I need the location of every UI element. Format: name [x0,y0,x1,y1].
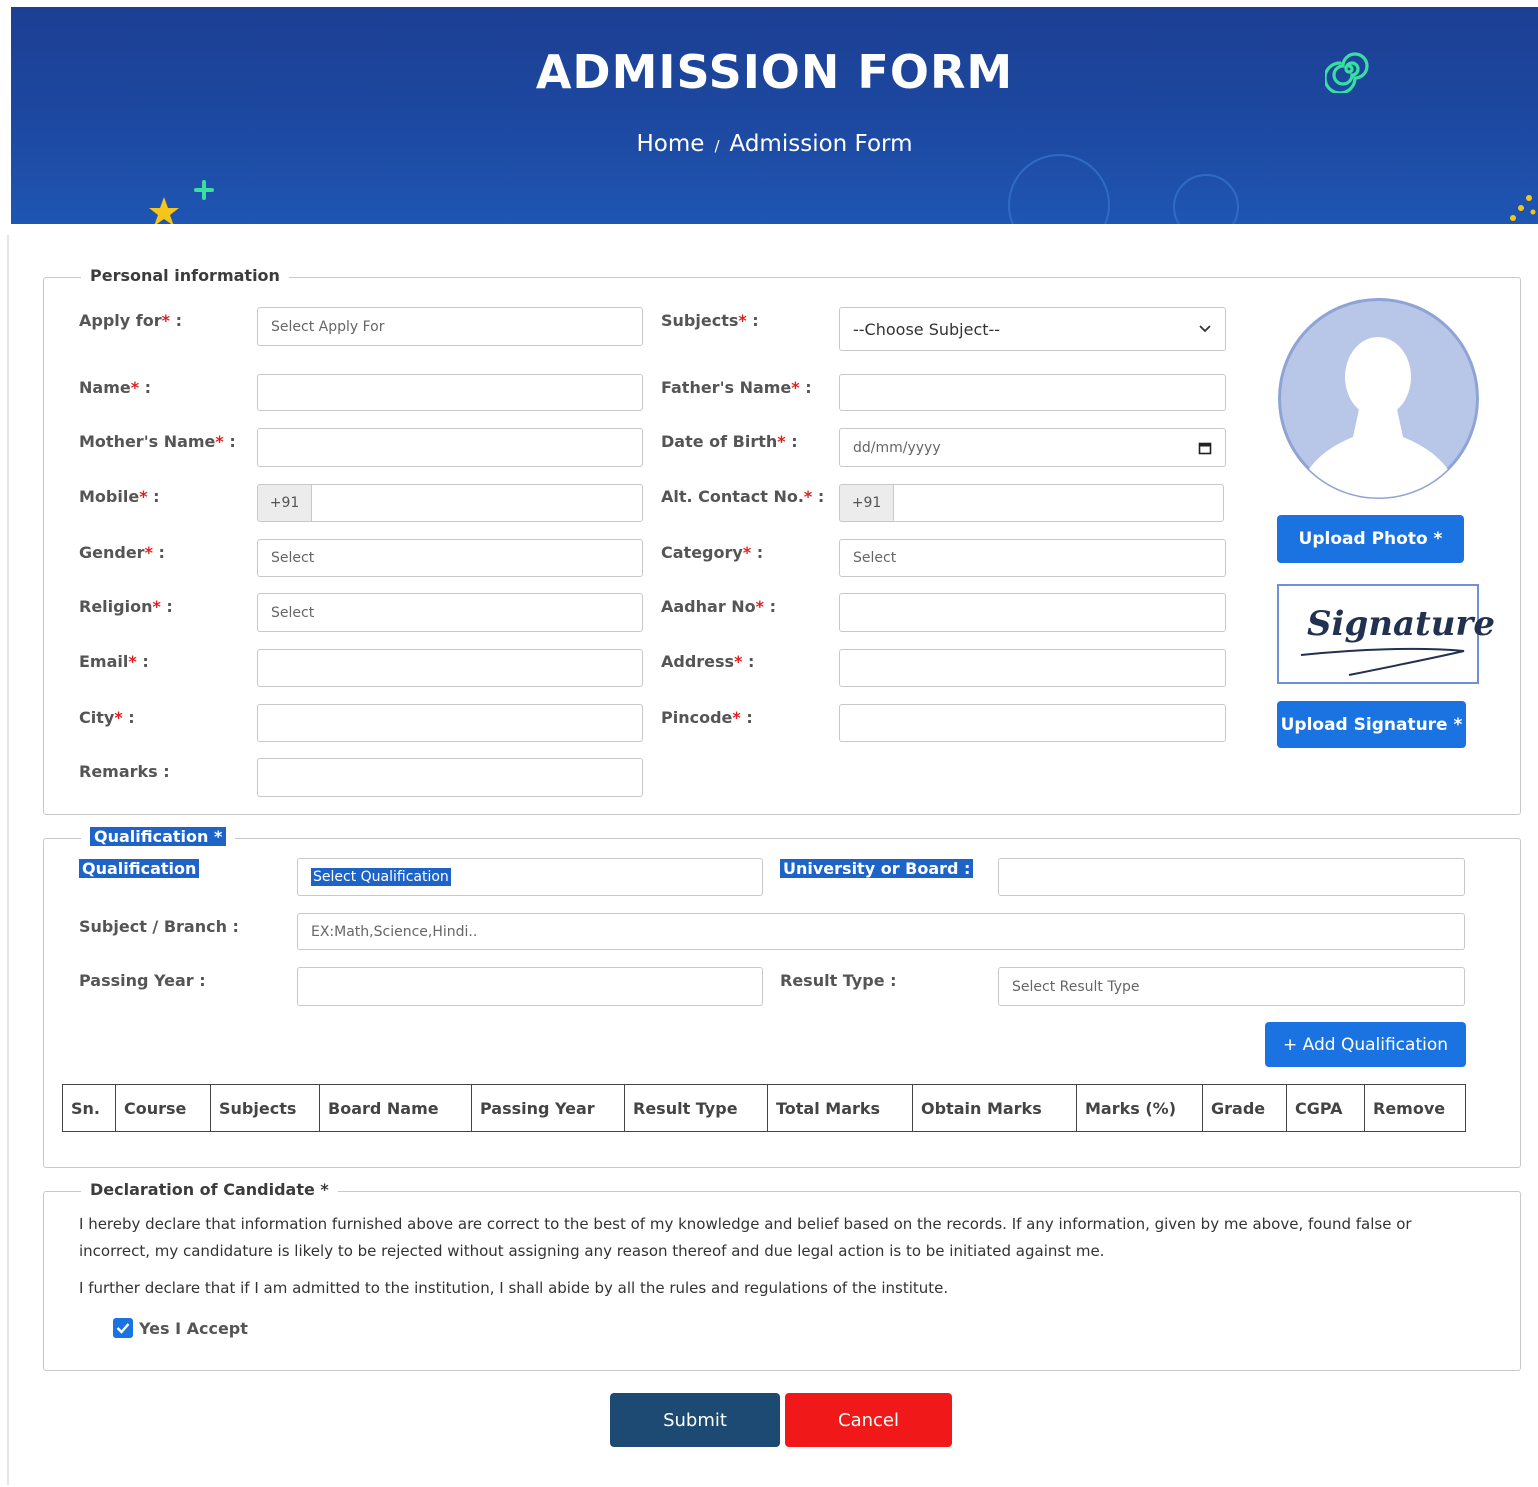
dots-decoration [1510,195,1536,221]
table-header-passing-year: Passing Year [471,1084,625,1132]
remarks-label: Remarks : [79,762,170,781]
university-board-label: University or Board : [780,859,974,878]
decorative-circles [1008,154,1239,224]
accept-checkbox-label: Yes I Accept [139,1318,248,1338]
signature-flourish [1300,647,1465,676]
table-header-remove: Remove [1364,1084,1466,1132]
subject-branch-input[interactable]: EX:Math,Science,Hindi.. [297,913,1465,950]
plus-sparkle-icon [194,180,214,200]
result-type-label: Result Type : [780,971,897,990]
table-header-result-type: Result Type [624,1084,768,1132]
mothers-name-input[interactable] [257,428,643,467]
breadcrumb-home-link[interactable]: Home [637,131,705,157]
declaration-legend: Declaration of Candidate * [81,1180,338,1199]
table-header-cgpa: CGPA [1286,1084,1365,1132]
city-input[interactable] [257,704,643,742]
table-header-obtain-marks: Obtain Marks [912,1084,1077,1132]
apply-for-label: Apply for* : [79,311,182,330]
signature-text: Signature [1307,604,1495,644]
table-header-sn: Sn. [62,1084,116,1132]
dob-label: Date of Birth* : [661,432,798,451]
category-label: Category* : [661,543,764,562]
chevron-down-icon [1199,325,1211,333]
fathers-name-input[interactable] [839,374,1226,411]
mobile-country-code: +91 [257,484,312,522]
category-select[interactable]: Select [839,539,1226,577]
star-icon [149,197,179,224]
pincode-input[interactable] [839,704,1226,742]
upload-signature-button[interactable]: Upload Signature * [1277,701,1466,748]
subjects-label: Subjects* : [661,311,759,330]
religion-label: Religion* : [79,597,173,616]
address-input[interactable] [839,649,1226,687]
breadcrumb: Home / Admission Form [11,131,1538,157]
alt-contact-country-code: +91 [839,484,894,522]
university-board-input[interactable] [998,858,1465,896]
accept-checkbox[interactable] [113,1318,133,1338]
upload-photo-button[interactable]: Upload Photo * [1277,515,1464,563]
submit-button[interactable]: Submit [610,1393,780,1447]
declaration-paragraph-1: I hereby declare that information furnis… [79,1215,1412,1260]
qualification-label: Qualification [79,859,200,878]
breadcrumb-current: Admission Form [729,131,913,157]
apply-for-select[interactable]: Select Apply For [257,307,643,346]
table-header-course: Course [115,1084,211,1132]
pincode-label: Pincode* : [661,708,753,727]
name-label: Name* : [79,378,152,397]
email-input[interactable] [257,649,643,687]
accept-checkbox-row[interactable]: Yes I Accept [113,1318,248,1338]
qualification-select[interactable]: Select Qualification [297,858,763,896]
table-header-subjects: Subjects [210,1084,320,1132]
signature-preview: Signature [1277,584,1495,684]
aadhar-input[interactable] [839,593,1226,632]
calendar-icon[interactable] [1198,441,1212,455]
subject-branch-label: Subject / Branch : [79,917,239,936]
alt-contact-label: Alt. Contact No.* : [661,487,825,506]
personal-information-legend: Personal information [81,266,289,285]
passing-year-input[interactable] [297,967,763,1006]
subjects-select[interactable]: --Choose Subject-- [839,307,1226,351]
page-banner: ADMISSION FORM Home / Admission Form [11,7,1538,224]
add-qualification-button[interactable]: + Add Qualification [1265,1022,1466,1067]
mobile-input[interactable] [311,484,643,522]
email-label: Email* : [79,652,149,671]
cancel-button[interactable]: Cancel [785,1393,952,1447]
declaration-paragraph-2: I further declare that if I am admitted … [79,1279,949,1297]
aadhar-label: Aadhar No* : [661,597,777,616]
table-header-board-name: Board Name [319,1084,472,1132]
dob-input[interactable]: dd/mm/yyyy [839,428,1226,467]
page-left-border [7,235,9,1485]
alt-contact-input[interactable] [893,484,1224,522]
subjects-selected-value: --Choose Subject-- [853,319,1001,339]
passing-year-label: Passing Year : [79,971,206,990]
gender-select[interactable]: Select [257,539,643,577]
table-header-total-marks: Total Marks [767,1084,913,1132]
avatar-placeholder [1278,298,1479,499]
address-label: Address* : [661,652,755,671]
qualification-legend: Qualification * [81,827,236,846]
qualification-table: Sn. Course Subjects Board Name Passing Y… [62,1084,1466,1132]
mobile-label: Mobile* : [79,487,160,506]
page-title: ADMISSION FORM [535,45,1014,99]
table-header-row: Sn. Course Subjects Board Name Passing Y… [62,1084,1466,1132]
name-input[interactable] [257,374,643,411]
fathers-name-label: Father's Name* : [661,378,812,397]
city-label: City* : [79,708,135,727]
religion-select[interactable]: Select [257,593,643,632]
result-type-select[interactable]: Select Result Type [998,967,1465,1006]
table-header-marks-percent: Marks (%) [1076,1084,1203,1132]
remarks-input[interactable] [257,758,643,797]
gender-label: Gender* : [79,543,165,562]
breadcrumb-separator: / [714,137,720,155]
dob-placeholder: dd/mm/yyyy [853,439,941,456]
qualification-select-placeholder: Select Qualification [311,868,451,886]
checkmark-icon [116,1323,130,1334]
table-header-grade: Grade [1202,1084,1287,1132]
mothers-name-label: Mother's Name* : [79,432,236,451]
